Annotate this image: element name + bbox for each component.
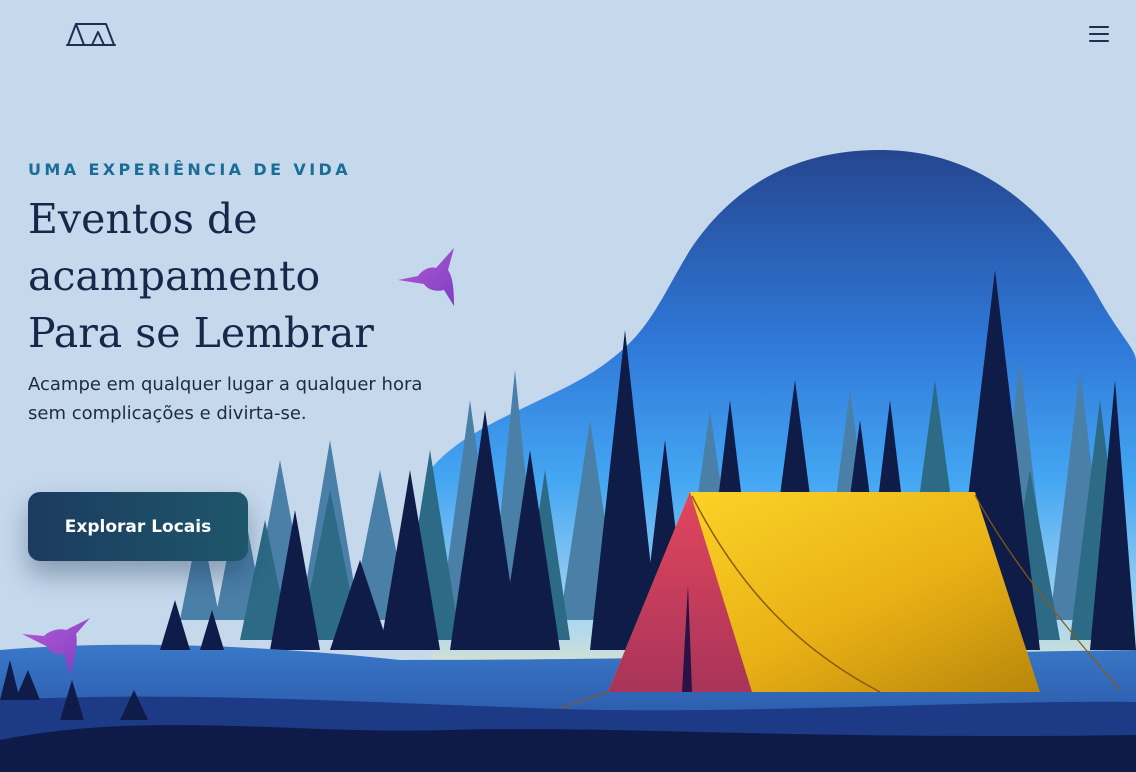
hero-title-line: Para se Lembrar <box>28 309 374 357</box>
explore-locations-button[interactable]: Explorar Locais <box>28 492 248 561</box>
hero-title-line: acampamento <box>28 252 321 300</box>
hummingbird-icon <box>22 618 90 676</box>
hero-section: UMA EXPERIÊNCIA DE VIDA Eventos de acamp… <box>28 160 448 428</box>
hero-title: Eventos de acampamento Para se Lembrar <box>28 191 448 362</box>
hero-subtitle: Acampe em qualquer lugar a qualquer hora… <box>28 374 423 424</box>
hero-eyebrow: UMA EXPERIÊNCIA DE VIDA <box>28 160 352 179</box>
hero-title-line: Eventos de <box>28 195 258 243</box>
